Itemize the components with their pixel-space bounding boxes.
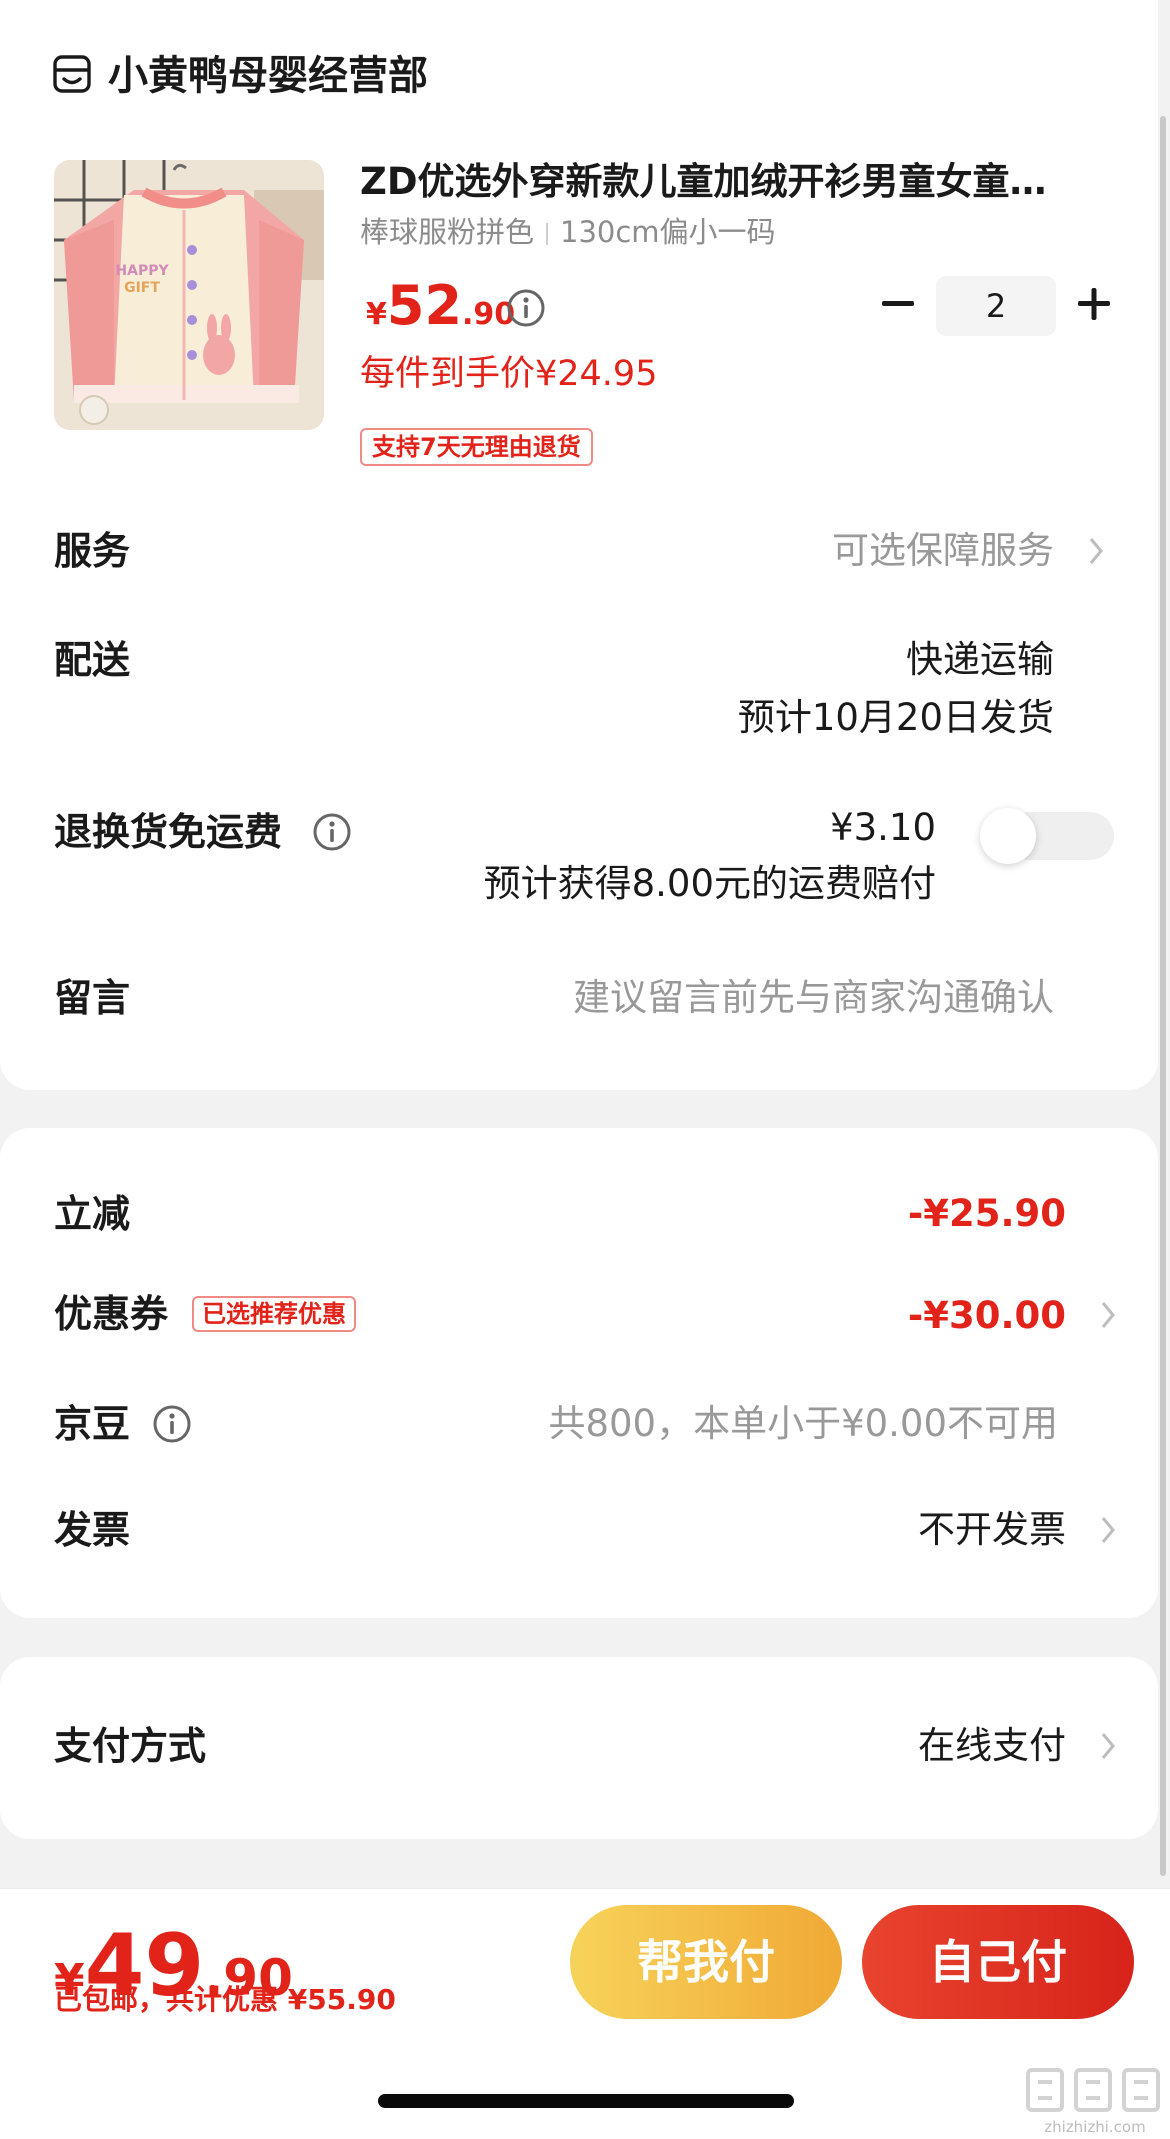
message-input[interactable]: 建议留言前先与商家沟通确认 [573, 974, 1054, 1022]
store-icon [52, 54, 92, 94]
return-policy-badge: 支持7天无理由退货 [360, 428, 593, 466]
watermark-text: zhizhizhi.com [1044, 2118, 1145, 2136]
spec-color: 棒球服粉拼色 [360, 215, 535, 249]
per-item-price: 每件到手价¥24.95 [360, 354, 658, 394]
quantity-decrease-button[interactable] [876, 282, 920, 326]
invoice-chevron-icon[interactable] [1100, 1515, 1116, 1545]
spec-divider [546, 223, 549, 245]
coupon-value[interactable]: -¥30.00 [908, 1292, 1066, 1340]
jingdou-info-icon[interactable] [152, 1404, 192, 1444]
svg-text:GIFT: GIFT [124, 280, 160, 296]
jingdou-value: 共800，本单小于¥0.00不可用 [548, 1402, 1058, 1445]
invoice-value[interactable]: 不开发票 [918, 1506, 1066, 1554]
invoice-label: 发票 [54, 1508, 131, 1552]
total-savings-note: 已包邮，共计优惠 ¥55.90 [54, 1983, 396, 2016]
quantity-increase-button[interactable] [1072, 282, 1116, 326]
price-info-icon[interactable] [506, 288, 546, 328]
coupon-label: 优惠券 [54, 1292, 169, 1336]
service-value[interactable]: 可选保障服务 [832, 527, 1054, 575]
product-spec[interactable]: 棒球服粉拼色 130cm偏小一码 [360, 212, 776, 252]
price-currency: ¥ [366, 297, 387, 332]
watermark: zhizhizhi.com [1020, 2060, 1170, 2139]
order-card: 小黄鸭母婴经营部 HAPPY GIFT ZD优选外穿新款儿童加绒开衫男童女童… … [0, 0, 1158, 1090]
payment-method-label: 支付方式 [54, 1724, 207, 1768]
delivery-eta: 预计10月20日发货 [737, 696, 1054, 739]
product-image[interactable]: HAPPY GIFT [54, 160, 324, 430]
product-title[interactable]: ZD优选外穿新款儿童加绒开衫男童女童… [360, 158, 1100, 206]
payment-chevron-icon[interactable] [1100, 1731, 1116, 1761]
self-pay-button[interactable]: 自己付 [862, 1905, 1134, 2019]
toggle-knob [980, 808, 1036, 864]
product-price: ¥52.90 [366, 276, 515, 336]
help-pay-button[interactable]: 帮我付 [570, 1905, 842, 2019]
home-area [0, 2041, 1170, 2139]
coupon-chevron-icon[interactable] [1100, 1300, 1116, 1330]
spec-size: 130cm偏小一码 [560, 215, 776, 249]
jingdou-label: 京豆 [54, 1402, 131, 1446]
quantity-input[interactable]: 2 [936, 276, 1056, 336]
instant-discount-label: 立减 [54, 1192, 131, 1236]
message-label: 留言 [54, 976, 131, 1020]
return-shipping-toggle[interactable] [980, 808, 1114, 864]
coupon-recommended-badge: 已选推荐优惠 [192, 1296, 356, 1332]
payment-method-value[interactable]: 在线支付 [918, 1722, 1066, 1770]
price-integer: 52 [386, 274, 463, 337]
store-name[interactable]: 小黄鸭母婴经营部 [108, 52, 428, 100]
delivery-label: 配送 [54, 638, 131, 682]
delivery-method: 快递运输 [906, 638, 1054, 681]
return-shipping-label: 退换货免运费 [54, 810, 283, 854]
service-label: 服务 [54, 529, 131, 573]
return-shipping-info-icon[interactable] [312, 812, 352, 852]
return-shipping-price: ¥3.10 [830, 806, 936, 849]
home-indicator[interactable] [378, 2094, 794, 2108]
scrollbar[interactable] [1160, 116, 1166, 1876]
svg-text:HAPPY: HAPPY [115, 263, 169, 279]
instant-discount-value: -¥25.90 [907, 1192, 1066, 1235]
service-chevron-icon[interactable] [1088, 536, 1104, 566]
return-shipping-compensation: 预计获得8.00元的运费赔付 [483, 862, 936, 905]
